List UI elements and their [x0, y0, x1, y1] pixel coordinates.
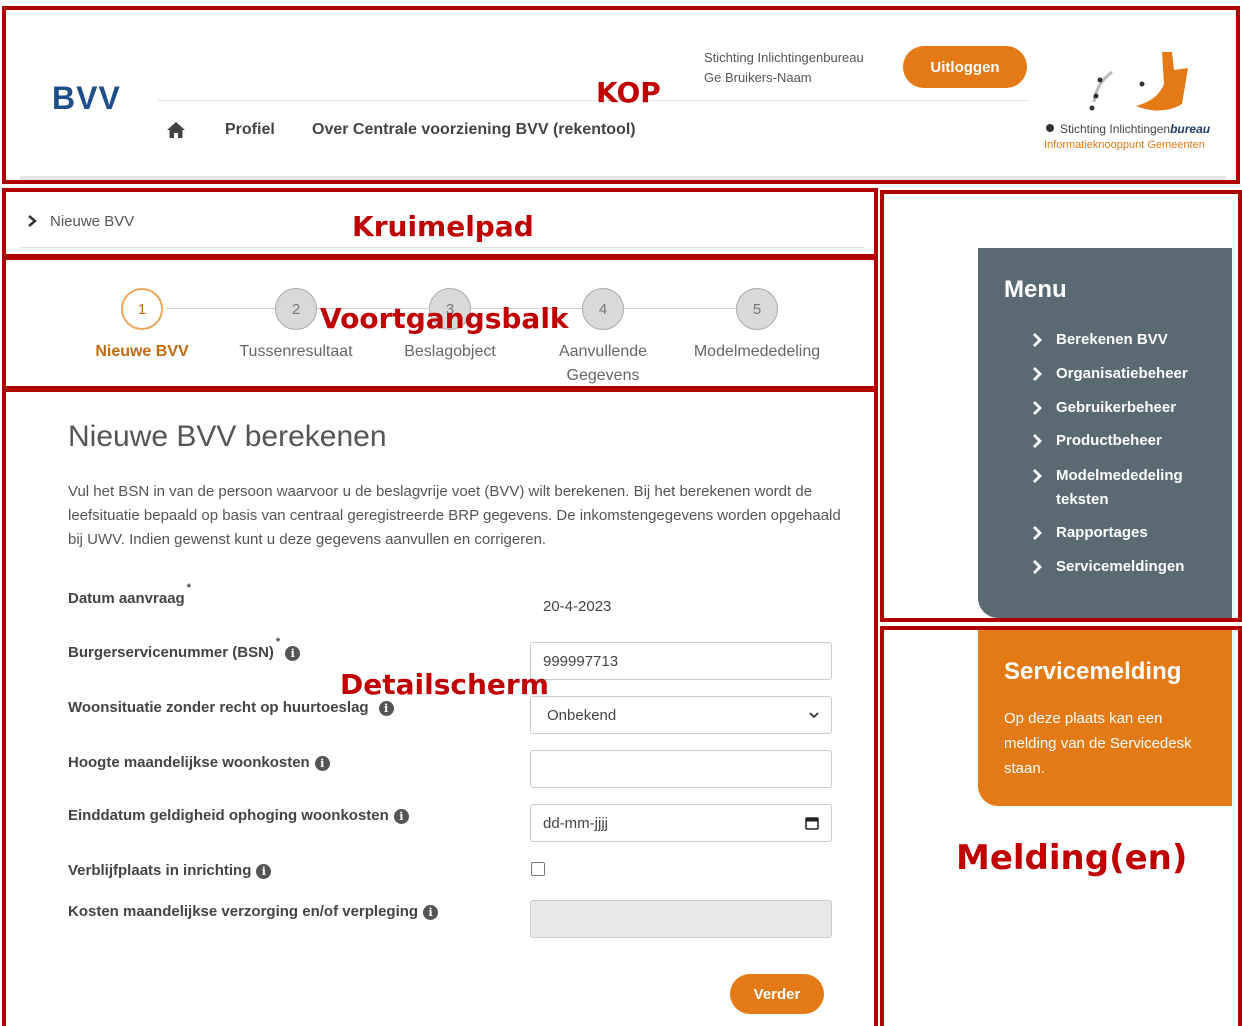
breadcrumb-region: Nieuwe BVV Kruimelpad: [2, 188, 878, 258]
chevron-right-icon: [1033, 560, 1042, 574]
chevron-down-icon: [809, 712, 819, 719]
step-number: 1: [121, 288, 163, 330]
home-icon[interactable]: [166, 120, 186, 140]
menu-title: Menu: [1004, 276, 1067, 303]
chevron-right-icon: [1033, 401, 1042, 415]
menu-item-gebruikerbeheer[interactable]: Gebruikerbeheer: [1032, 396, 1222, 420]
nav-about-link[interactable]: Over Centrale voorziening BVV (rekentool…: [312, 121, 636, 139]
kosten-input: [530, 900, 832, 938]
organisation-name: Stichting Inlichtingenbureau: [704, 50, 864, 65]
nav-profile-link[interactable]: Profiel: [225, 121, 275, 139]
menu-item-servicemeldingen[interactable]: Servicemeldingen: [1032, 555, 1222, 579]
einddatum-date-input[interactable]: dd-mm-jjjj: [530, 804, 832, 842]
chevron-right-icon: [1033, 469, 1042, 483]
woonsituatie-selected: Onbekend: [547, 706, 617, 724]
breadcrumb[interactable]: Nieuwe BVV: [50, 213, 134, 230]
intro-text: Vul het BSN in van de persoon waarvoor u…: [68, 483, 841, 548]
step-label: Tussenresultaat: [239, 343, 353, 360]
woonkosten-input[interactable]: [530, 750, 832, 788]
datum-label: Datum aanvraag *: [68, 582, 191, 607]
logo-caption: Stichting Inlichtingenbureau: [1060, 122, 1211, 136]
annotation-kop: KOP: [596, 76, 661, 109]
annotation-voortgangsbalk: Voortgangsbalk: [320, 302, 569, 335]
einddatum-label: Einddatum geldigheid ophoging woonkosten…: [68, 807, 409, 824]
brand-logo-text: BVV: [52, 80, 121, 116]
chevron-right-icon: [1033, 434, 1042, 448]
notifications-region: Servicemelding Op deze plaats kan een me…: [880, 626, 1242, 1026]
nav-divider: [158, 100, 1028, 101]
annotation-detailscherm: Detailscherm: [340, 668, 549, 701]
woonsituatie-label: Woonsituatie zonder recht op huurtoeslag…: [68, 699, 394, 716]
service-notice: Servicemelding Op deze plaats kan een me…: [978, 630, 1232, 806]
menu-region: Menu Berekenen BVV Organisatiebeheer Geb…: [880, 190, 1242, 622]
required-mark: *: [186, 582, 191, 594]
progress-step-1: 1 Nieuwe BVV: [62, 288, 222, 364]
progress-region: 1 Nieuwe BVV 2 Tussenresultaat 3 Beslago…: [2, 256, 878, 390]
info-icon[interactable]: i: [423, 905, 439, 920]
step-number: 2: [275, 288, 317, 330]
info-icon[interactable]: i: [314, 756, 330, 771]
menu-item-berekenen[interactable]: Berekenen BVV: [1032, 328, 1222, 352]
step-label: Modelmededeling: [693, 343, 821, 360]
woonsituatie-select[interactable]: Onbekend: [530, 696, 832, 734]
service-title: Servicemelding: [1004, 658, 1182, 685]
step-label: Beslagobject: [404, 343, 496, 360]
bsn-label: Burgerservicenummer (BSN) * i: [68, 636, 301, 661]
chevron-right-icon: [1033, 333, 1042, 347]
annotation-kruimelpad: Kruimelpad: [352, 210, 534, 243]
calendar-icon[interactable]: [805, 816, 819, 830]
woonkosten-label: Hoogte maandelijkse woonkosten i: [68, 754, 330, 771]
header-region: BVV Profiel Over Centrale voorziening BV…: [2, 6, 1240, 184]
page-title: Nieuwe BVV berekenen: [68, 420, 387, 453]
info-icon[interactable]: i: [256, 864, 272, 879]
step-number: 5: [736, 288, 778, 330]
verblijf-checkbox[interactable]: [531, 862, 545, 876]
logout-button[interactable]: Uitloggen: [903, 46, 1027, 88]
user-info: Stichting Inlichtingenbureau Ge Bruikers…: [704, 48, 864, 88]
step-number: 4: [582, 288, 624, 330]
menu-item-organisatiebeheer[interactable]: Organisatiebeheer: [1032, 362, 1222, 386]
detail-region: Nieuwe BVV berekenen Vul het BSN in van …: [2, 388, 878, 1026]
chevron-right-icon: [28, 215, 37, 227]
chevron-right-icon: [1033, 367, 1042, 381]
chevron-right-icon: [1033, 526, 1042, 540]
step-label: Aanvullende Gegevens: [558, 343, 648, 384]
logo-subcaption: Informatieknooppunt Gemeenten: [1044, 139, 1205, 151]
bsn-input[interactable]: 999997713: [530, 642, 832, 680]
menu-item-modelmededeling[interactable]: Modelmededeling teksten: [1032, 464, 1192, 512]
service-text: Op deze plaats kan een melding van de Se…: [1004, 710, 1192, 777]
header-divider: [20, 176, 1226, 180]
annotation-meldingen: Melding(en): [956, 838, 1188, 878]
verblijf-label: Verblijfplaats in inrichting i: [68, 862, 272, 879]
menu-item-rapportages[interactable]: Rapportages: [1032, 521, 1222, 545]
info-icon[interactable]: i: [378, 701, 394, 716]
user-name: Ge Bruikers-Naam: [704, 70, 812, 85]
required-mark: *: [275, 636, 281, 648]
menu-item-productbeheer[interactable]: Productbeheer: [1032, 429, 1222, 453]
step-label: Nieuwe BVV: [95, 343, 189, 360]
next-button[interactable]: Verder: [730, 974, 824, 1014]
datum-value: 20-4-2023: [543, 598, 612, 615]
date-placeholder: dd-mm-jjjj: [543, 814, 608, 832]
info-icon[interactable]: i: [285, 646, 301, 661]
info-icon[interactable]: i: [393, 809, 409, 824]
side-menu: Menu Berekenen BVV Organisatiebeheer Geb…: [978, 248, 1232, 618]
progress-step-5: 5 Modelmededeling: [677, 288, 837, 364]
breadcrumb-divider: [20, 247, 864, 248]
kosten-label: Kosten maandelijkse verzorging en/of ver…: [68, 903, 439, 920]
